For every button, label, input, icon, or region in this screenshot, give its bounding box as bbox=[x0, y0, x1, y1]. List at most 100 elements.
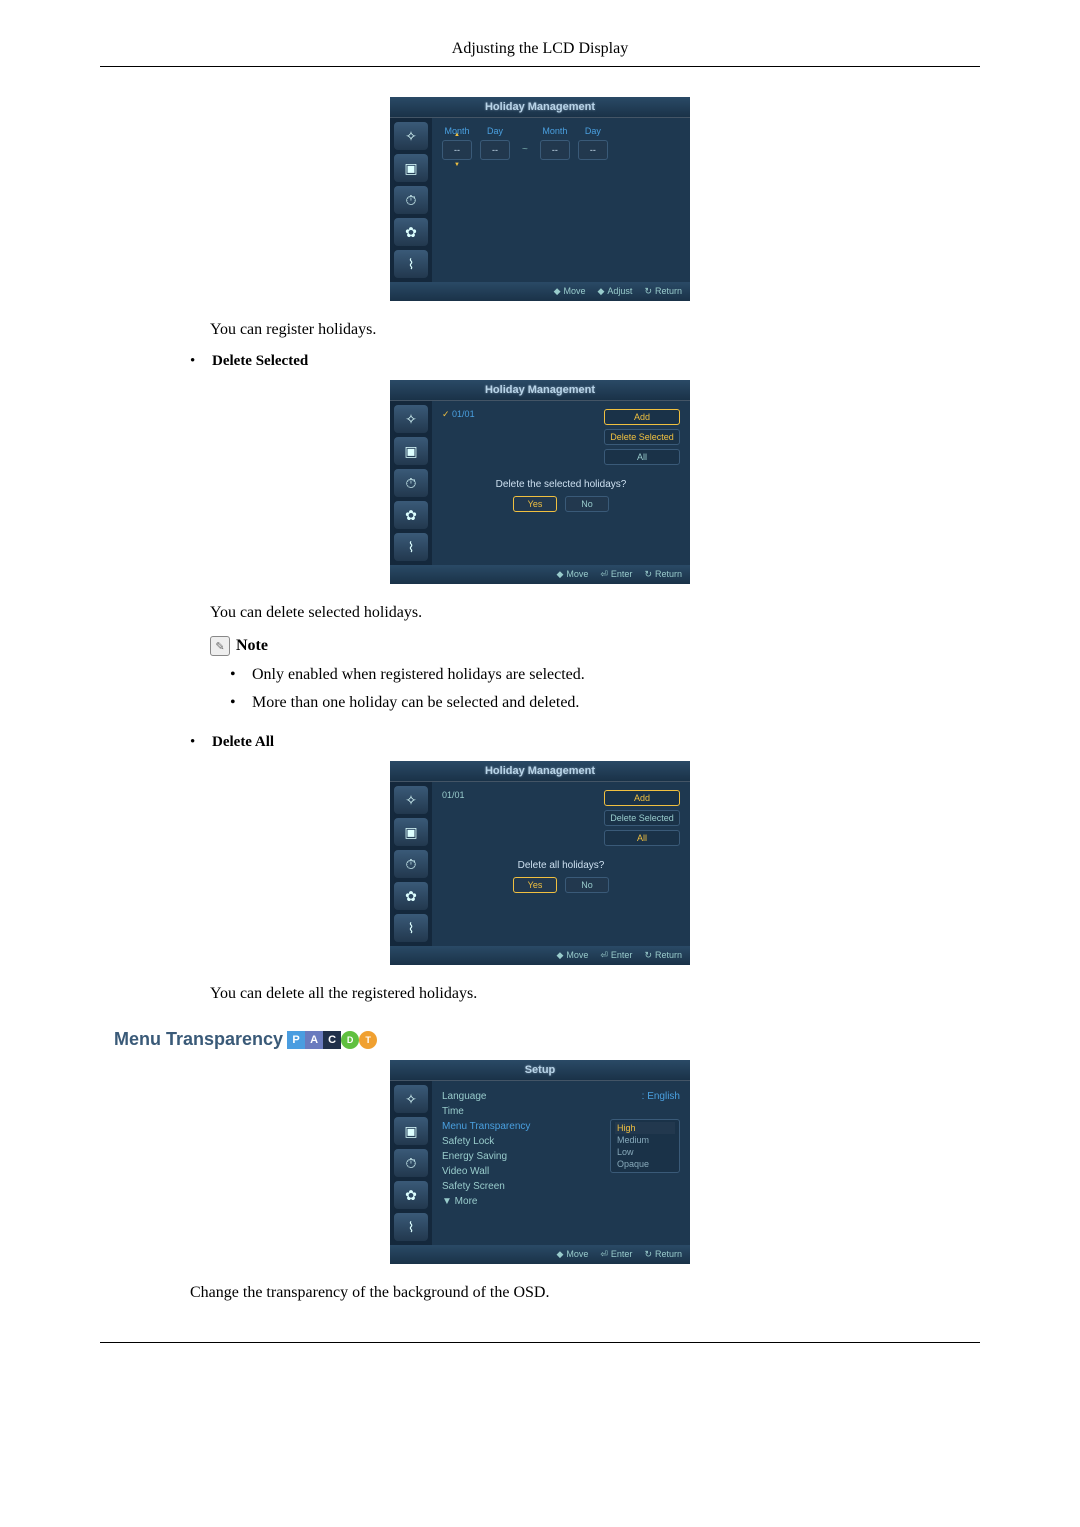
side-icon-time[interactable]: ⏱ bbox=[394, 469, 428, 497]
setup-language-value: : English bbox=[642, 1091, 680, 1102]
submenu-low[interactable]: Low bbox=[615, 1146, 675, 1158]
footer-enter: Enter bbox=[600, 1249, 632, 1260]
note-label: Note bbox=[236, 637, 268, 655]
page-header: Adjusting the LCD Display bbox=[100, 40, 980, 67]
text-delete-selected: You can delete selected holidays. bbox=[210, 604, 980, 622]
osd-setup: Setup ✧ ▣ ⏱ ✿ ⌇ Language : English Time M… bbox=[390, 1060, 690, 1264]
osd-title: Holiday Management bbox=[390, 380, 690, 401]
footer-enter: Enter bbox=[600, 950, 632, 961]
confirm-question: Delete all holidays? bbox=[513, 860, 609, 871]
start-month-field[interactable]: -- bbox=[442, 140, 472, 160]
setup-menu-transparency[interactable]: Menu Transparency bbox=[442, 1121, 530, 1132]
end-month-field[interactable]: -- bbox=[540, 140, 570, 160]
bullet-delete-selected: Delete Selected bbox=[212, 353, 308, 370]
range-tilde: ~ bbox=[522, 144, 528, 155]
side-icon-time[interactable]: ⏱ bbox=[394, 1149, 428, 1177]
side-icon-time[interactable]: ⏱ bbox=[394, 850, 428, 878]
holiday-list-item[interactable]: 01/01 bbox=[442, 790, 465, 800]
footer-return: Return bbox=[644, 950, 682, 961]
footer-move: Move bbox=[554, 286, 586, 297]
no-button[interactable]: No bbox=[565, 496, 609, 512]
side-icon-input[interactable]: ✧ bbox=[394, 1085, 428, 1113]
side-icon-setup[interactable]: ✿ bbox=[394, 218, 428, 246]
side-icon-input[interactable]: ✧ bbox=[394, 405, 428, 433]
submenu-opaque[interactable]: Opaque bbox=[615, 1158, 675, 1170]
badge-a-icon: A bbox=[305, 1031, 323, 1049]
footer-move: Move bbox=[556, 569, 588, 580]
submenu-medium[interactable]: Medium bbox=[615, 1134, 675, 1146]
setup-energy-saving[interactable]: Energy Saving bbox=[442, 1151, 507, 1162]
setup-video-wall[interactable]: Video Wall bbox=[442, 1166, 489, 1177]
osd-sidebar: ✧ ▣ ⏱ ✿ ⌇ bbox=[390, 118, 432, 282]
setup-safety-screen[interactable]: Safety Screen bbox=[442, 1181, 505, 1192]
footer-move: Move bbox=[556, 1249, 588, 1260]
transparency-submenu: High Medium Low Opaque bbox=[610, 1119, 680, 1173]
side-icon-picture[interactable]: ▣ bbox=[394, 1117, 428, 1145]
text-register-holidays: You can register holidays. bbox=[210, 321, 980, 339]
footer-move: Move bbox=[556, 950, 588, 961]
holiday-list-item[interactable]: 01/01 bbox=[442, 409, 475, 420]
label-day-end: Day bbox=[585, 126, 601, 136]
no-button[interactable]: No bbox=[565, 877, 609, 893]
text-delete-all: You can delete all the registered holida… bbox=[210, 985, 980, 1003]
bullet-icon: • bbox=[190, 353, 212, 370]
label-month-end: Month bbox=[542, 126, 567, 136]
add-button[interactable]: Add bbox=[604, 409, 680, 425]
footer-return: Return bbox=[644, 286, 682, 297]
bullet-icon: • bbox=[230, 666, 252, 684]
add-button[interactable]: Add bbox=[604, 790, 680, 806]
setup-language[interactable]: Language bbox=[442, 1091, 487, 1102]
section-menu-transparency: Menu Transparency bbox=[114, 1029, 283, 1050]
page-footer-rule bbox=[100, 1342, 980, 1343]
confirm-question: Delete the selected holidays? bbox=[496, 479, 627, 490]
note-item: More than one holiday can be selected an… bbox=[252, 694, 579, 712]
side-icon-multi[interactable]: ⌇ bbox=[394, 533, 428, 561]
side-icon-setup[interactable]: ✿ bbox=[394, 501, 428, 529]
osd-delete-selected: Holiday Management ✧ ▣ ⏱ ✿ ⌇ 01/01 Add D… bbox=[390, 380, 690, 584]
osd-title: Setup bbox=[390, 1060, 690, 1081]
delete-selected-button[interactable]: Delete Selected bbox=[604, 429, 680, 445]
end-day-field[interactable]: -- bbox=[578, 140, 608, 160]
badge-d-icon: D bbox=[341, 1031, 359, 1049]
side-icon-setup[interactable]: ✿ bbox=[394, 882, 428, 910]
yes-button[interactable]: Yes bbox=[513, 496, 557, 512]
side-icon-picture[interactable]: ▣ bbox=[394, 818, 428, 846]
footer-return: Return bbox=[644, 569, 682, 580]
side-icon-picture[interactable]: ▣ bbox=[394, 154, 428, 182]
side-icon-time[interactable]: ⏱ bbox=[394, 186, 428, 214]
footer-enter: Enter bbox=[600, 569, 632, 580]
osd-title: Holiday Management bbox=[390, 97, 690, 118]
side-icon-input[interactable]: ✧ bbox=[394, 122, 428, 150]
side-icon-multi[interactable]: ⌇ bbox=[394, 914, 428, 942]
side-icon-picture[interactable]: ▣ bbox=[394, 437, 428, 465]
badge-t-icon: T bbox=[359, 1031, 377, 1049]
osd-delete-all: Holiday Management ✧ ▣ ⏱ ✿ ⌇ 01/01 Add D… bbox=[390, 761, 690, 965]
osd-sidebar: ✧ ▣ ⏱ ✿ ⌇ bbox=[390, 782, 432, 946]
label-day: Day bbox=[487, 126, 503, 136]
osd-sidebar: ✧ ▣ ⏱ ✿ ⌇ bbox=[390, 1081, 432, 1245]
side-icon-multi[interactable]: ⌇ bbox=[394, 1213, 428, 1241]
setup-time[interactable]: Time bbox=[442, 1106, 464, 1117]
delete-all-button[interactable]: All bbox=[604, 830, 680, 846]
osd-holiday-add: Holiday Management ✧ ▣ ⏱ ✿ ⌇ Month -- Da… bbox=[390, 97, 690, 301]
bullet-icon: • bbox=[230, 694, 252, 712]
note-item: Only enabled when registered holidays ar… bbox=[252, 666, 585, 684]
setup-more[interactable]: ▼ More bbox=[442, 1196, 477, 1207]
footer-adjust: Adjust bbox=[598, 286, 633, 297]
side-icon-multi[interactable]: ⌇ bbox=[394, 250, 428, 278]
badge-c-icon: C bbox=[323, 1031, 341, 1049]
text-transparency: Change the transparency of the backgroun… bbox=[190, 1284, 980, 1302]
bullet-delete-all: Delete All bbox=[212, 734, 274, 751]
footer-return: Return bbox=[644, 1249, 682, 1260]
side-icon-setup[interactable]: ✿ bbox=[394, 1181, 428, 1209]
yes-button[interactable]: Yes bbox=[513, 877, 557, 893]
setup-safety-lock[interactable]: Safety Lock bbox=[442, 1136, 494, 1147]
delete-all-button[interactable]: All bbox=[604, 449, 680, 465]
delete-selected-button[interactable]: Delete Selected bbox=[604, 810, 680, 826]
start-day-field[interactable]: -- bbox=[480, 140, 510, 160]
submenu-high[interactable]: High bbox=[615, 1122, 675, 1134]
bullet-icon: • bbox=[190, 734, 212, 751]
badge-p-icon: P bbox=[287, 1031, 305, 1049]
side-icon-input[interactable]: ✧ bbox=[394, 786, 428, 814]
osd-sidebar: ✧ ▣ ⏱ ✿ ⌇ bbox=[390, 401, 432, 565]
